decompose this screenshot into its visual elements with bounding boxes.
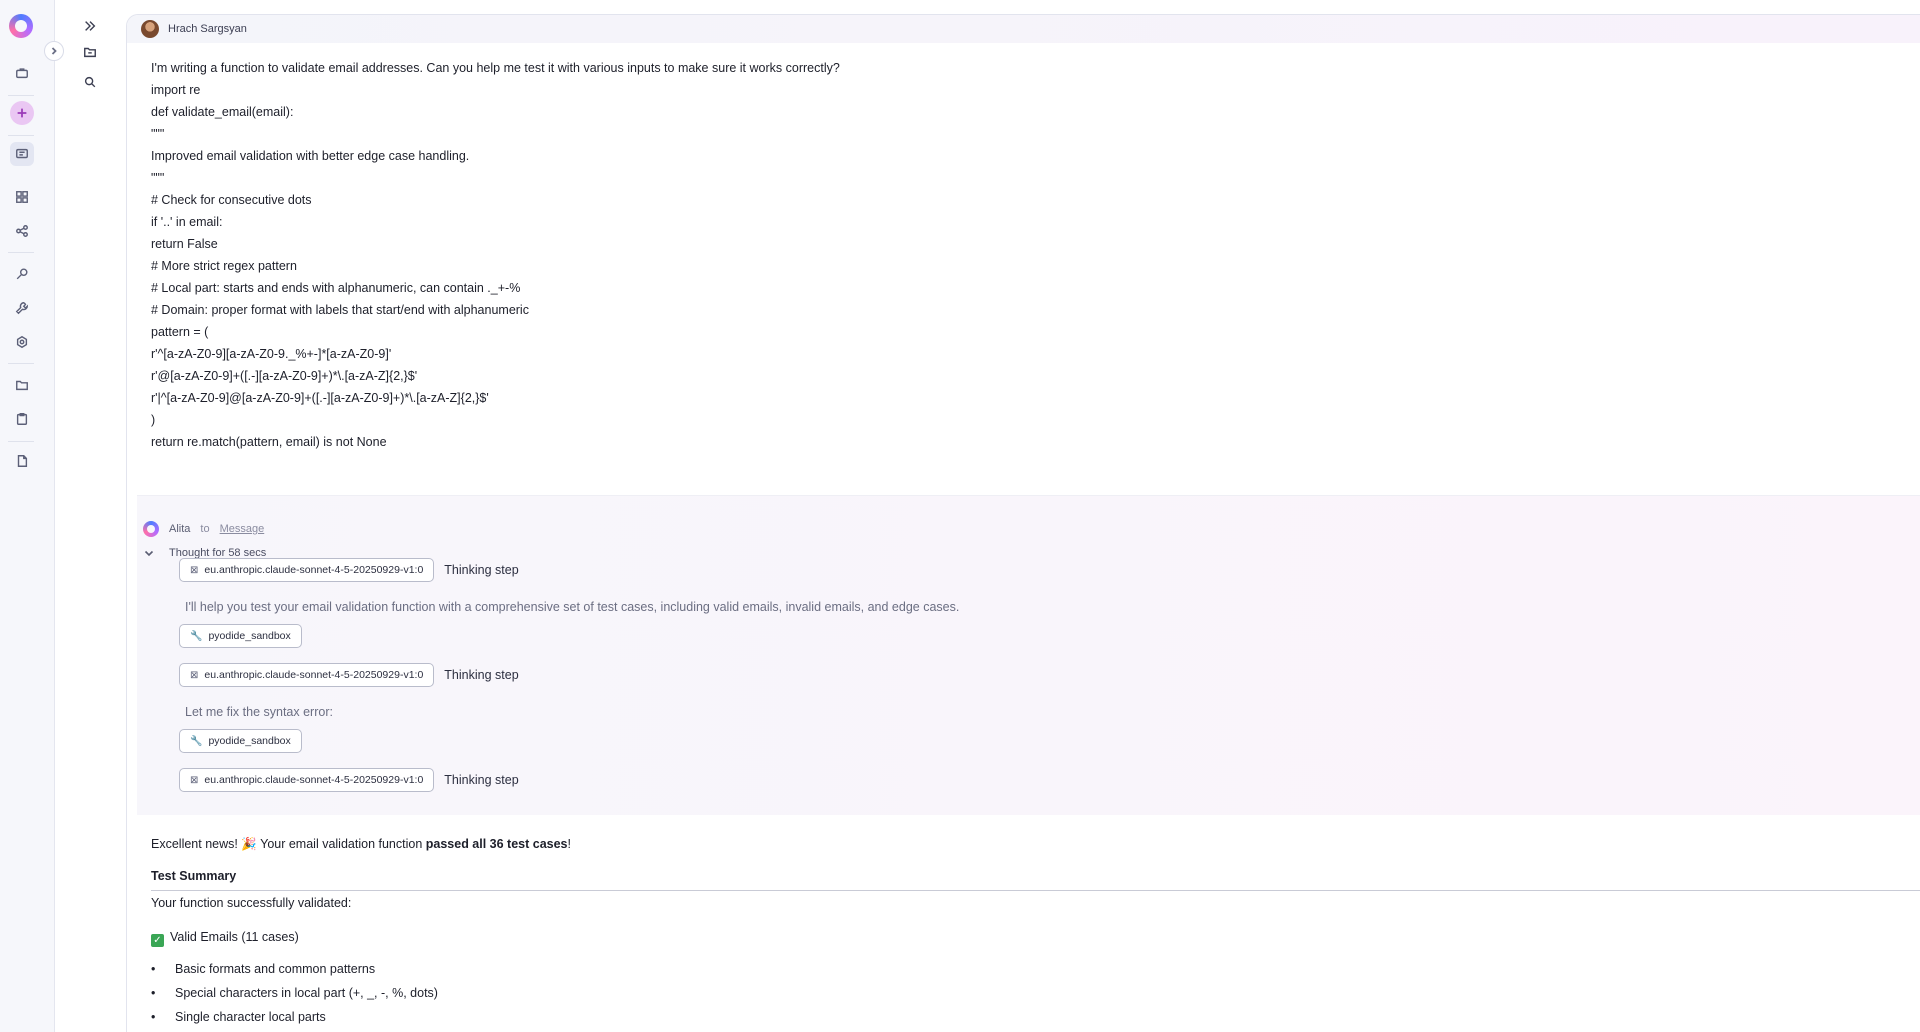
message-line: Improved email validation with better ed… <box>151 149 470 163</box>
chip-label: pyodide_sandbox <box>208 735 291 747</box>
search-icon[interactable] <box>79 71 101 93</box>
thinking-step-row: ⊠ eu.anthropic.claude-sonnet-4-5-20250929… <box>179 558 519 582</box>
message-line: return re.match(pattern, email) is not N… <box>151 435 387 449</box>
model-chip[interactable]: ⊠ eu.anthropic.claude-sonnet-4-5-20250929… <box>179 768 435 792</box>
message-line: """ <box>151 127 165 141</box>
user-name: Hrach Sargsyan <box>168 23 247 35</box>
tool-call-row: 🔧 pyodide_sandbox <box>179 729 302 753</box>
double-chevron-right-icon[interactable] <box>79 15 101 37</box>
model-icon: ⊠ <box>190 774 199 786</box>
grid-icon[interactable] <box>10 185 34 209</box>
folder-open-icon[interactable] <box>79 41 101 63</box>
result-intro: Excellent news! 🎉 Your email validation … <box>151 837 571 851</box>
bullet-dot: • <box>151 986 156 1000</box>
rail-divider <box>8 95 34 96</box>
list-item-text: Special characters in local part (+, _, … <box>175 986 438 1000</box>
chat-icon[interactable] <box>10 142 34 166</box>
message-line: # More strict regex pattern <box>151 259 297 273</box>
assistant-avatar <box>143 521 159 537</box>
wrench-icon: 🔧 <box>190 735 203 747</box>
chat-panel: Hrach Sargsyan I'm writing a function to… <box>126 14 1920 1032</box>
thinking-step-label: Thinking step <box>444 668 519 682</box>
model-icon: ⊠ <box>190 669 199 681</box>
message-line: import re <box>151 83 201 97</box>
rail-divider <box>8 363 34 364</box>
model-chip[interactable]: ⊠ eu.anthropic.claude-sonnet-4-5-20250929… <box>179 663 435 687</box>
message-line: return False <box>151 237 218 251</box>
rail-divider <box>8 135 34 136</box>
assistant-header: Alita to Message <box>143 521 264 537</box>
user-message-header: Hrach Sargsyan <box>127 15 1920 43</box>
message-line: pattern = ( <box>151 325 209 339</box>
thinking-step-label: Thinking step <box>444 773 519 787</box>
list-item: • Single character local parts <box>151 1010 326 1024</box>
chip-label: pyodide_sandbox <box>208 630 291 642</box>
message-line: # Check for consecutive dots <box>151 193 312 207</box>
message-line: I'm writing a function to validate email… <box>151 61 840 75</box>
secondary-toolbar <box>56 0 126 1032</box>
divider <box>151 890 1920 891</box>
briefcase-icon[interactable] <box>10 61 34 85</box>
message-line: ) <box>151 413 156 427</box>
left-nav-rail <box>0 0 55 1032</box>
search-key-icon[interactable] <box>10 262 34 286</box>
assistant-thinking-section: Alita to Message Thought for 58 secs ⊠ eu… <box>137 495 1920 815</box>
settings-icon[interactable] <box>10 330 34 354</box>
message-line: r'|^[a-zA-Z0-9]@[a-zA-Z0-9]+([.-][a-zA-Z… <box>151 391 489 405</box>
thinking-step-label: Thinking step <box>444 563 519 577</box>
tool-call-row: 🔧 pyodide_sandbox <box>179 624 302 648</box>
model-icon: ⊠ <box>190 564 199 576</box>
share-icon[interactable] <box>10 219 34 243</box>
rail-divider <box>8 252 34 253</box>
expand-sidebar-button[interactable] <box>44 41 64 61</box>
assistant-name: Alita <box>169 523 191 535</box>
bullet-dot: • <box>151 962 156 976</box>
list-item: • Special characters in local part (+, _,… <box>151 986 438 1000</box>
chip-label: eu.anthropic.claude-sonnet-4-5-20250929-… <box>204 669 424 681</box>
list-item-text: Basic formats and common patterns <box>175 962 376 976</box>
thinking-text: I'll help you test your email validation… <box>185 600 960 614</box>
folder-icon[interactable] <box>10 373 34 397</box>
chevron-down-icon <box>144 550 154 557</box>
tool-chip[interactable]: 🔧 pyodide_sandbox <box>179 729 302 753</box>
user-message-body: I'm writing a function to validate email… <box>151 57 1351 453</box>
thinking-text: Let me fix the syntax error: <box>185 705 333 719</box>
chip-label: eu.anthropic.claude-sonnet-4-5-20250929-… <box>204 564 424 576</box>
message-line: r'^[a-zA-Z0-9][a-zA-Z0-9._%+-]*[a-zA-Z0-… <box>151 347 392 361</box>
clipboard-icon[interactable] <box>10 407 34 431</box>
chevron-right-icon <box>51 47 57 55</box>
document-icon[interactable] <box>10 449 34 473</box>
message-line: def validate_email(email): <box>151 105 294 119</box>
message-line: """ <box>151 171 165 185</box>
message-line: # Local part: starts and ends with alpha… <box>151 281 521 295</box>
thinking-step-row: ⊠ eu.anthropic.claude-sonnet-4-5-20250929… <box>179 663 519 687</box>
valid-emails-heading: ✓ Valid Emails (11 cases) <box>151 930 299 947</box>
message-line: r'@[a-zA-Z0-9]+([.-][a-zA-Z0-9]+)*\.[a-z… <box>151 369 418 383</box>
wrench-icon: 🔧 <box>190 630 203 642</box>
wrench-icon[interactable] <box>10 296 34 320</box>
list-item: • Basic formats and common patterns <box>151 962 375 976</box>
add-icon[interactable] <box>10 101 34 125</box>
chip-label: eu.anthropic.claude-sonnet-4-5-20250929-… <box>204 774 424 786</box>
thinking-step-row: ⊠ eu.anthropic.claude-sonnet-4-5-20250929… <box>179 768 519 792</box>
test-summary-heading: Test Summary <box>151 869 237 883</box>
message-line: # Domain: proper format with labels that… <box>151 303 529 317</box>
message-target-link[interactable]: Message <box>220 523 265 535</box>
validated-text: Your function successfully validated: <box>151 896 352 910</box>
model-chip[interactable]: ⊠ eu.anthropic.claude-sonnet-4-5-20250929… <box>179 558 435 582</box>
tool-chip[interactable]: 🔧 pyodide_sandbox <box>179 624 302 648</box>
list-item-text: Single character local parts <box>175 1010 326 1024</box>
avatar <box>141 20 159 38</box>
bullet-dot: • <box>151 1010 156 1024</box>
checkmark-icon: ✓ <box>151 934 164 947</box>
app-logo[interactable] <box>9 14 33 38</box>
rail-divider <box>8 441 34 442</box>
message-line: if '..' in email: <box>151 215 223 229</box>
to-label: to <box>200 523 210 535</box>
